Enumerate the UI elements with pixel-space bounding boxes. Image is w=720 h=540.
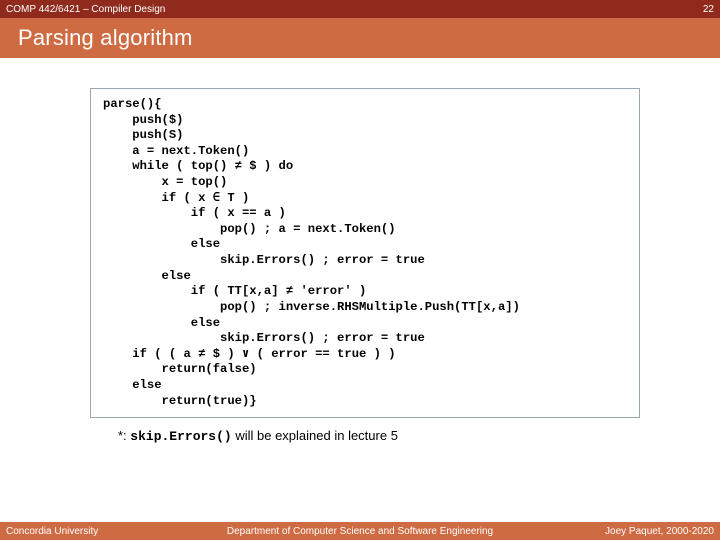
slide: COMP 442/6421 – Compiler Design 22 Parsi…: [0, 0, 720, 540]
slide-title: Parsing algorithm: [18, 25, 193, 51]
title-bar: Parsing algorithm: [0, 18, 720, 58]
page-number: 22: [703, 4, 714, 15]
top-bar: COMP 442/6421 – Compiler Design 22: [0, 0, 720, 18]
footnote-prefix: *:: [118, 428, 130, 443]
footnote-fn: skip.Errors(): [130, 429, 231, 444]
code-box: parse(){ push($) push(S) a = next.Token(…: [90, 88, 640, 418]
footer-right: Joey Paquet, 2000-2020: [605, 526, 714, 537]
footnote: *: skip.Errors() will be explained in le…: [118, 428, 640, 444]
footer-left: Concordia University: [6, 526, 98, 537]
course-label: COMP 442/6421 – Compiler Design: [6, 4, 165, 15]
slide-body: parse(){ push($) push(S) a = next.Token(…: [0, 58, 720, 540]
algorithm-code: parse(){ push($) push(S) a = next.Token(…: [103, 97, 627, 409]
footnote-suffix: will be explained in lecture 5: [232, 428, 398, 443]
bottom-bar: Concordia University Department of Compu…: [0, 522, 720, 540]
